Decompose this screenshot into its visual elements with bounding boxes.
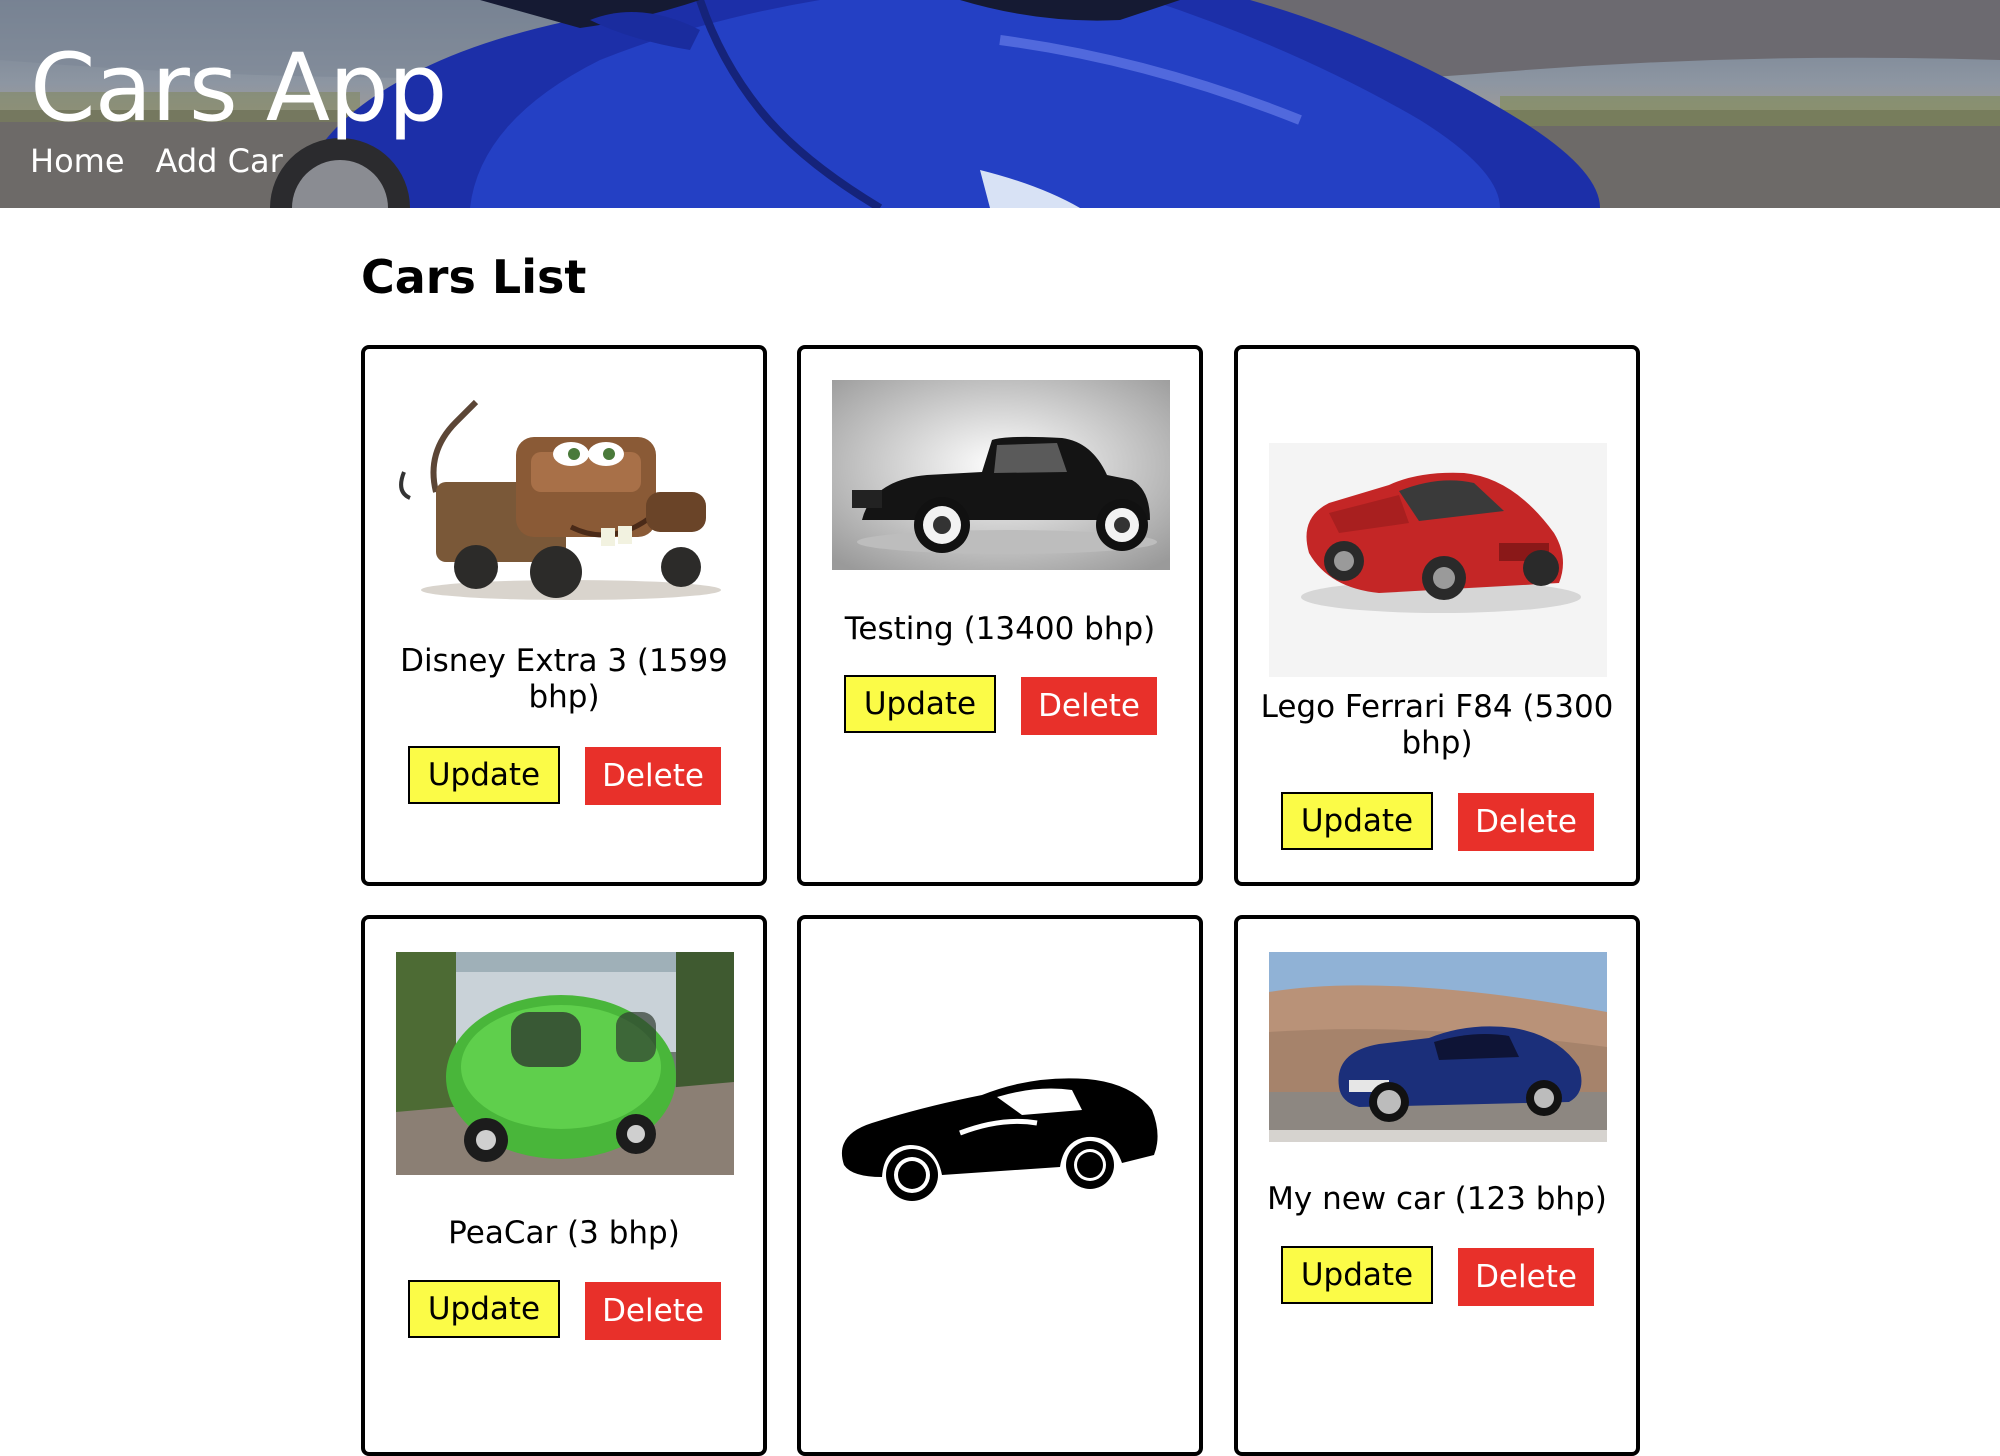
- car-image: [832, 380, 1170, 570]
- car-name: My new car (123 bhp): [1267, 1181, 1607, 1217]
- page-title: Cars List: [361, 250, 587, 304]
- update-button[interactable]: Update: [1281, 1246, 1433, 1304]
- header-banner: Cars App Home Add Car: [0, 0, 2000, 208]
- delete-button[interactable]: Delete: [1021, 677, 1157, 735]
- car-name: PeaCar (3 bhp): [448, 1215, 680, 1251]
- car-card: Testing (13400 bhp) Update Delete: [797, 345, 1203, 886]
- car-image: [396, 952, 734, 1175]
- car-card: My new car (123 bhp) Update Delete: [1234, 915, 1640, 1456]
- car-image: [396, 382, 734, 603]
- delete-button[interactable]: Delete: [585, 747, 721, 805]
- car-card: Lego Ferrari F84 (5300 bhp) Update Delet…: [1234, 345, 1640, 886]
- car-card: Disney Extra 3 (1599 bhp) Update Delete: [361, 345, 767, 886]
- car-silhouette-icon: [841, 1078, 1158, 1201]
- nav-add-car-link[interactable]: Add Car: [156, 142, 283, 180]
- car-name: Lego Ferrari F84 (5300 bhp): [1260, 689, 1614, 761]
- car-card: PeaCar (3 bhp) Update Delete: [361, 915, 767, 1456]
- update-button[interactable]: Update: [408, 1280, 560, 1338]
- car-image: [1269, 383, 1607, 677]
- delete-button[interactable]: Delete: [585, 1282, 721, 1340]
- car-card: [797, 915, 1203, 1456]
- update-button[interactable]: Update: [1281, 792, 1433, 850]
- main-nav: Home Add Car: [30, 142, 283, 180]
- delete-button[interactable]: Delete: [1458, 793, 1594, 851]
- car-image: [1269, 952, 1607, 1142]
- delete-button[interactable]: Delete: [1458, 1248, 1594, 1306]
- nav-home-link[interactable]: Home: [30, 142, 125, 180]
- car-name: Testing (13400 bhp): [844, 611, 1156, 647]
- update-button[interactable]: Update: [844, 675, 996, 733]
- update-button[interactable]: Update: [408, 746, 560, 804]
- car-name: Disney Extra 3 (1599 bhp): [400, 643, 728, 715]
- car-image: [832, 1055, 1170, 1205]
- app-brand[interactable]: Cars App: [30, 42, 447, 136]
